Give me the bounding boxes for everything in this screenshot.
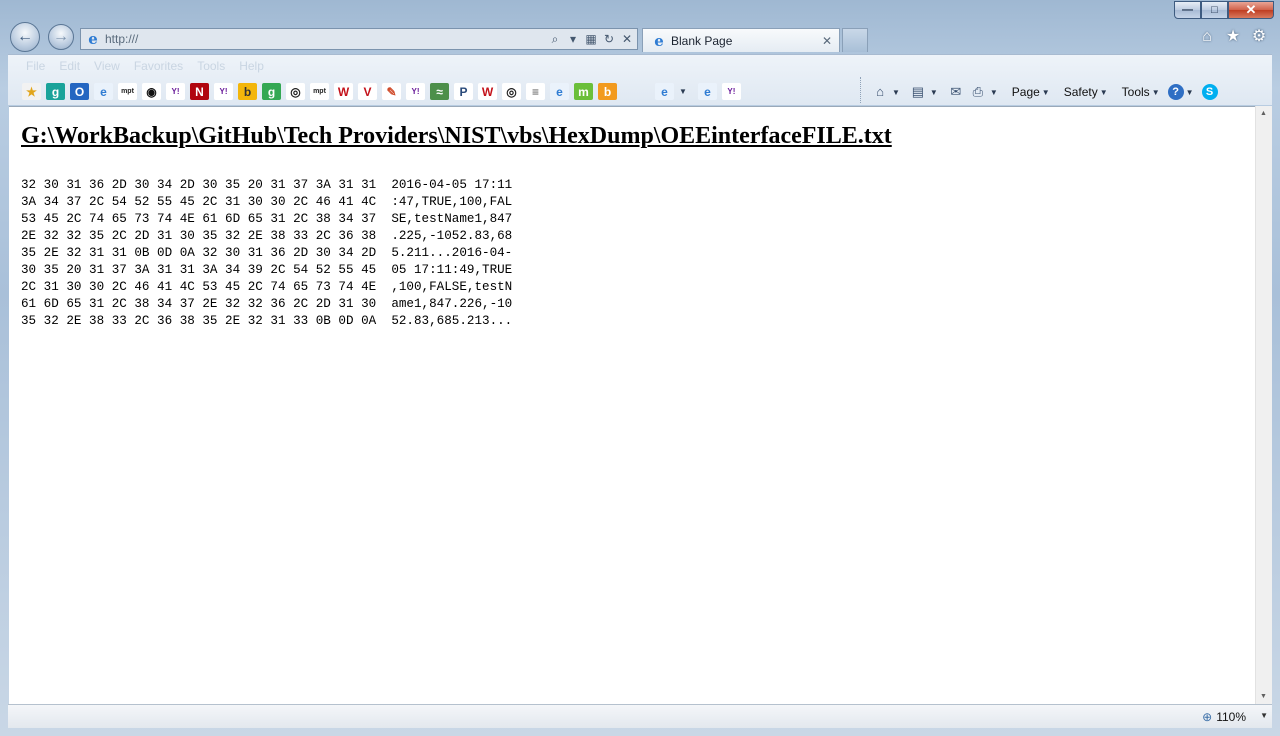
- command-bar: ⌂ ▼ ▤ ▼ ✉ ⎙ ▼ Page ▼ Safety ▼ Tools ▼ ? …: [870, 83, 1218, 101]
- ie-page-icon[interactable]: e: [94, 83, 113, 100]
- yahoo-icon[interactable]: Y!: [721, 83, 741, 100]
- address-bar[interactable]: e ⌕ ▾ ▦ ↻ ✕: [80, 28, 638, 50]
- hex-dump-text: 32 30 31 36 2D 30 34 2D 30 35 20 31 37 3…: [21, 178, 513, 328]
- ie-page-icon[interactable]: e: [697, 83, 717, 100]
- maximize-button[interactable]: □: [1201, 1, 1228, 19]
- new-tab-button[interactable]: [842, 28, 868, 52]
- zoom-magnifier-icon: ⊕: [1202, 710, 1213, 724]
- menu-bar: File Edit View Favorites Tools Help: [26, 59, 278, 73]
- scroll-up-icon[interactable]: ▲: [1260, 110, 1267, 117]
- tools-dropdown-icon[interactable]: ▼: [1152, 88, 1160, 97]
- home-dropdown-icon[interactable]: ▼: [892, 88, 900, 97]
- page-title: G:\WorkBackup\GitHub\Tech Providers\NIST…: [21, 123, 892, 149]
- wtop-icon[interactable]: ◎: [502, 83, 521, 100]
- mpt-icon[interactable]: mpt: [118, 83, 137, 100]
- refresh-icon[interactable]: ↻: [601, 31, 617, 47]
- menu-help[interactable]: Help: [239, 59, 264, 73]
- search-icon[interactable]: ⌕: [547, 31, 563, 47]
- home-icon[interactable]: ⌂: [1198, 28, 1216, 46]
- stop-icon[interactable]: ✕: [619, 31, 635, 47]
- favorites-star-icon[interactable]: ★: [1224, 28, 1242, 46]
- address-dropdown-icon[interactable]: ▾: [565, 31, 581, 47]
- yahoo-icon[interactable]: Y!: [214, 83, 233, 100]
- home-icon[interactable]: ⌂: [870, 83, 890, 101]
- bing-b-icon[interactable]: b: [598, 83, 617, 100]
- mm-icon[interactable]: m: [574, 83, 593, 100]
- right-nav-icons: ⌂ ★ ⚙: [1198, 28, 1268, 46]
- zoom-level: 110%: [1216, 710, 1246, 724]
- google-icon[interactable]: g: [262, 83, 281, 100]
- window-caption-buttons: — □ ✕: [1174, 1, 1274, 21]
- menu-edit[interactable]: Edit: [59, 59, 80, 73]
- favorites-star-icon[interactable]: ★: [22, 83, 41, 100]
- page-dropdown-icon[interactable]: ▼: [1042, 88, 1050, 97]
- command-area: File Edit View Favorites Tools Help ★ g Oe…: [8, 54, 1272, 105]
- feeds-dropdown-icon[interactable]: ▼: [930, 88, 938, 97]
- zoom-dropdown-icon[interactable]: ▼: [1260, 711, 1268, 720]
- close-window-button[interactable]: ✕: [1228, 1, 1274, 19]
- address-input[interactable]: [105, 32, 547, 46]
- help-dropdown-icon[interactable]: ▼: [1186, 88, 1194, 97]
- safety-menu-button[interactable]: Safety: [1064, 85, 1098, 99]
- command-bar-separator: [860, 77, 862, 103]
- washingtonian-icon[interactable]: W: [334, 83, 353, 100]
- zoom-control[interactable]: ⊕ 110%: [1202, 710, 1246, 724]
- landscape-icon[interactable]: ≈: [430, 83, 449, 100]
- forward-button[interactable]: →: [48, 24, 74, 50]
- yahoo-icon[interactable]: Y!: [166, 83, 185, 100]
- feeds-icon[interactable]: ▤: [908, 83, 928, 101]
- favorites-bar: ★ g Oe mpt ◉ Y! N Y! b g ◎ mpt W V ✎ Y! ≈ P W ◎ ≡ e m b e ▼ e Y!: [22, 83, 741, 100]
- tab-close-icon[interactable]: ✕: [819, 34, 835, 48]
- status-bar: ⊕ 110% ▼: [8, 704, 1272, 728]
- help-icon[interactable]: ?: [1167, 84, 1184, 100]
- page-content: G:\WorkBackup\GitHub\Tech Providers\NIST…: [9, 106, 1255, 705]
- menu-tools[interactable]: Tools: [197, 59, 225, 73]
- menu-favorites[interactable]: Favorites: [134, 59, 183, 73]
- tab-label: Blank Page: [671, 33, 733, 48]
- safety-dropdown-icon[interactable]: ▼: [1100, 88, 1108, 97]
- skype-icon[interactable]: S: [1201, 84, 1218, 100]
- wtop-icon[interactable]: ◎: [286, 83, 305, 100]
- netflix-icon[interactable]: N: [190, 83, 209, 100]
- mpt-icon[interactable]: mpt: [310, 83, 329, 100]
- verizon-icon[interactable]: V: [358, 83, 377, 100]
- minimize-button[interactable]: —: [1174, 1, 1201, 19]
- ie-logo-icon: e: [88, 30, 98, 48]
- back-arrow-icon: ←: [17, 28, 33, 45]
- stack-icon[interactable]: ≡: [526, 83, 545, 100]
- washingtonian-icon[interactable]: W: [478, 83, 497, 100]
- back-button[interactable]: ←: [10, 22, 40, 52]
- forward-arrow-icon: →: [53, 28, 69, 45]
- pencil-icon[interactable]: ✎: [382, 83, 401, 100]
- pbs-icon[interactable]: ◉: [142, 83, 161, 100]
- mail-icon[interactable]: ✉: [946, 83, 966, 101]
- parking-icon[interactable]: P: [454, 83, 473, 100]
- vertical-scrollbar[interactable]: ▲ ▼: [1255, 106, 1272, 704]
- browser-window: — □ ✕ ← → e ⌕ ▾ ▦ ↻ ✕ e Blank Page ✕ ⌂ ★…: [0, 0, 1280, 736]
- menu-file[interactable]: File: [26, 59, 45, 73]
- print-dropdown-icon[interactable]: ▼: [990, 88, 998, 97]
- print-icon[interactable]: ⎙: [968, 83, 988, 101]
- scroll-down-icon[interactable]: ▼: [1260, 693, 1267, 700]
- goodreads-icon[interactable]: g: [46, 83, 65, 100]
- tools-menu-button[interactable]: Tools: [1122, 85, 1150, 99]
- page-menu-button[interactable]: Page: [1012, 85, 1040, 99]
- ie-page-icon: e: [654, 31, 664, 50]
- menu-view[interactable]: View: [94, 59, 120, 73]
- ie-page-icon[interactable]: e: [550, 83, 569, 100]
- bing-icon[interactable]: b: [238, 83, 257, 100]
- yahoo-icon[interactable]: Y!: [406, 83, 425, 100]
- compatibility-view-icon[interactable]: ▦: [583, 31, 599, 47]
- favorites-dropdown-icon[interactable]: ▼: [679, 87, 687, 96]
- outlook-icon[interactable]: O: [70, 83, 89, 100]
- gear-icon[interactable]: ⚙: [1250, 28, 1268, 46]
- ie-page-icon[interactable]: e: [655, 83, 674, 100]
- tab-blank-page[interactable]: e Blank Page ✕: [642, 28, 840, 52]
